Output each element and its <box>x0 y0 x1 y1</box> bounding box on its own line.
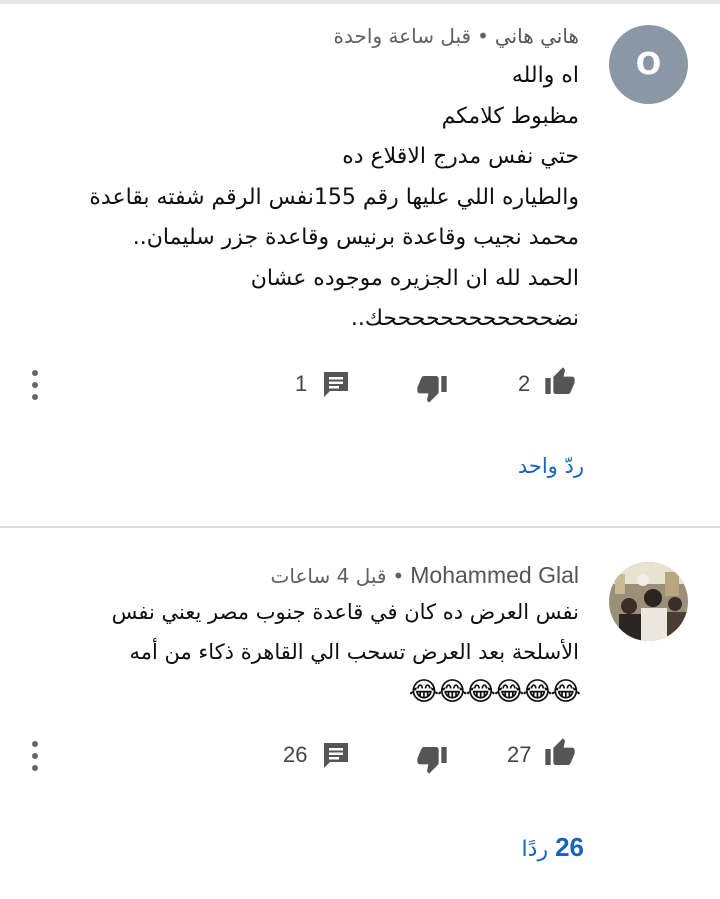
comment-line: مظبوط كلامكم <box>441 103 579 129</box>
replies-word: ردًا <box>521 837 549 862</box>
like-count: 27 <box>507 742 532 767</box>
thumb-up-icon[interactable] <box>544 366 576 398</box>
thumb-down-icon[interactable] <box>416 743 448 775</box>
comment-line: نفس العرض ده كان في قاعدة جنوب مصر يعني … <box>111 600 579 624</box>
thumb-up-icon[interactable] <box>544 737 576 769</box>
comment-meta: Mohammed Glal•قبل 4 ساعات <box>271 562 579 589</box>
thumb-down-icon[interactable] <box>416 372 448 404</box>
view-replies-link[interactable]: ردّ واحد <box>518 454 584 478</box>
author-name[interactable]: هاني هاني <box>495 24 579 48</box>
comment-actions: 1 2 <box>0 366 720 406</box>
author-name[interactable]: Mohammed Glal <box>410 562 579 588</box>
comment-line: الأسلحة بعد العرض تسحب الي القاهرة ذكاء … <box>129 640 579 664</box>
timestamp: قبل 4 ساعات <box>270 564 387 588</box>
replies-number: 26 <box>555 832 584 862</box>
reply-count: 26 <box>283 742 308 767</box>
comment-divider <box>0 526 720 528</box>
avatar[interactable] <box>609 562 688 641</box>
avatar-photo-image <box>609 562 688 641</box>
comment-line: والطياره اللي عليها رقم 155نفس الرقم شفت… <box>89 184 579 210</box>
view-replies-link[interactable]: 26 ردًا <box>522 832 584 863</box>
comment-icon[interactable] <box>322 369 350 399</box>
emoji-line: 😂😂😂😂😂😂 <box>408 677 581 707</box>
separator-dot: • <box>477 24 489 48</box>
comment-text: نفس العرض ده كان في قاعدة جنوب مصر يعني … <box>39 592 581 712</box>
comment-line: الحمد لله ان الجزيره موجوده عشان <box>250 265 579 291</box>
reply-count: 1 <box>295 371 308 396</box>
comment-text: اه والله مظبوط كلامكم حتي نفس مدرج الاقل… <box>19 56 579 340</box>
more-vert-icon[interactable] <box>27 368 43 402</box>
comment-line: محمد نجيب وقاعدة برنيس وقاعدة جزر سليمان… <box>132 225 579 250</box>
comment-line: حتي نفس مدرج الاقلاع ده <box>342 144 579 169</box>
comment-line: نضححححححححححححك.. <box>350 306 579 331</box>
avatar[interactable]: O <box>609 25 688 104</box>
comment: O هاني هاني•قبل ساعة واحدة اه والله مظبو… <box>0 4 720 526</box>
comment: Mohammed Glal•قبل 4 ساعات نفس العرض ده ك… <box>0 530 720 899</box>
timestamp: قبل ساعة واحدة <box>333 24 472 48</box>
more-vert-icon[interactable] <box>27 739 43 773</box>
separator-dot: • <box>392 564 405 588</box>
comment-meta: هاني هاني•قبل ساعة واحدة <box>334 24 579 48</box>
like-count: 2 <box>518 371 531 396</box>
comment-actions: 26 27 <box>0 737 720 777</box>
comment-icon[interactable] <box>322 740 350 770</box>
comment-line: اه والله <box>511 63 579 88</box>
